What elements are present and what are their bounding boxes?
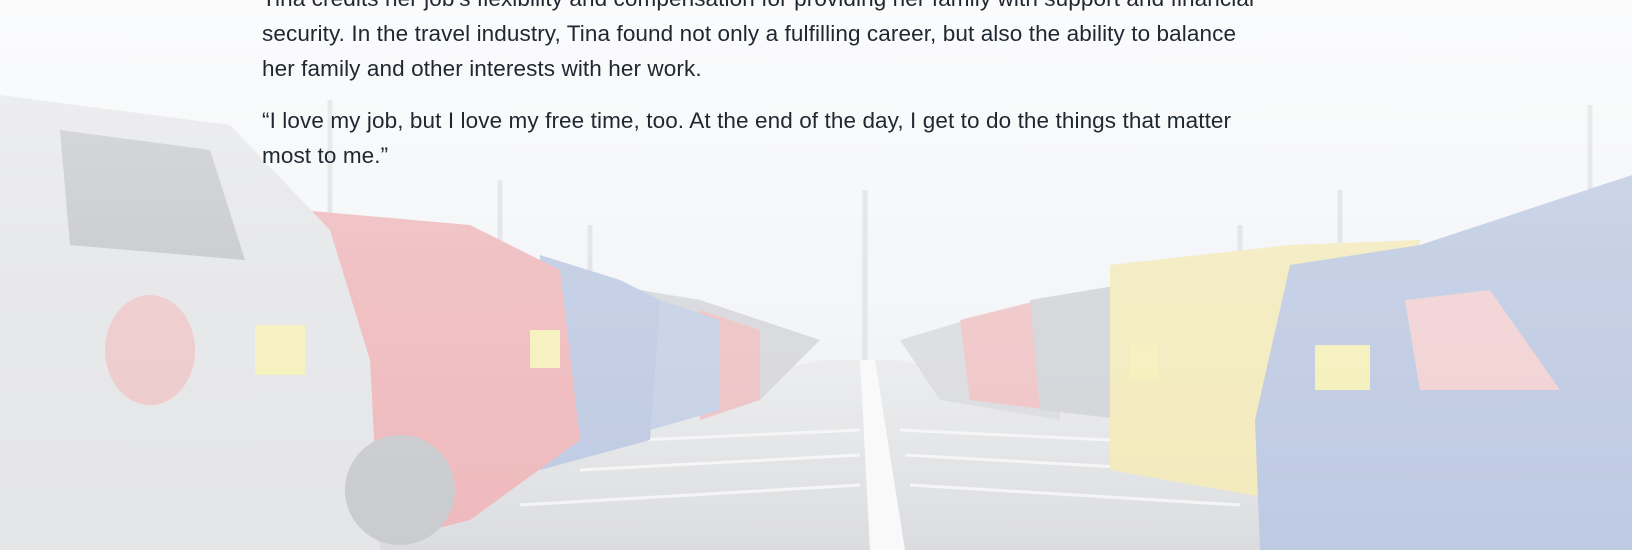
article-body: Tina credits her job’s flexibility and c… [262, 0, 1262, 190]
quote-paragraph: “I love my job, but I love my free time,… [262, 108, 1232, 168]
paragraph-flexibility: Tina credits her job’s flexibility and c… [262, 0, 1254, 81]
